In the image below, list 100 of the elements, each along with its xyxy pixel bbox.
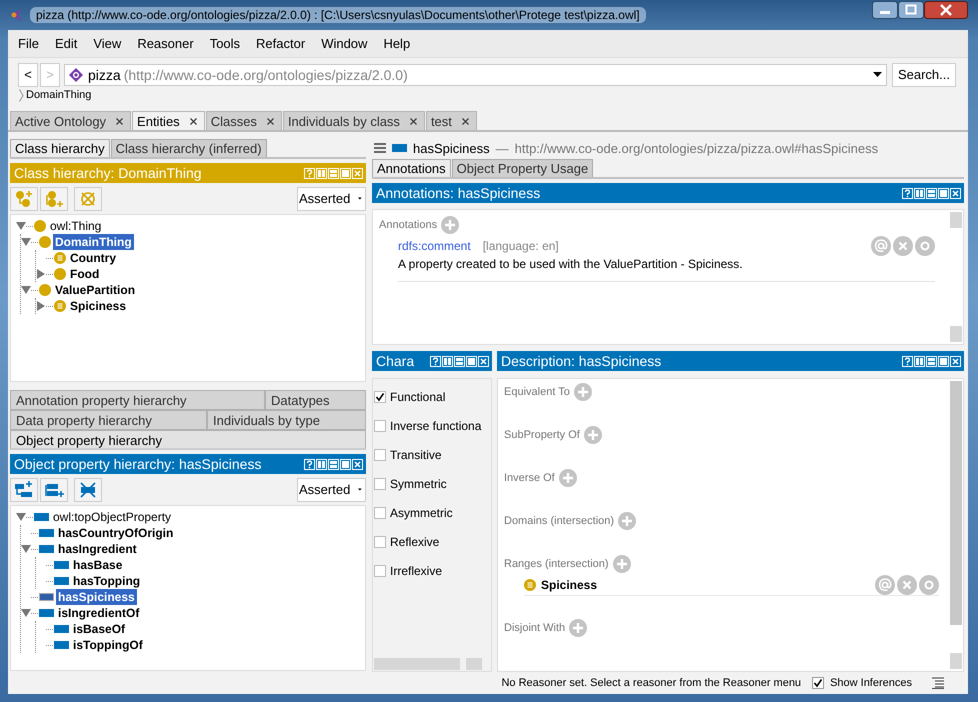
breadcrumb-item[interactable]: DomainThing xyxy=(26,89,92,102)
tree-item[interactable]: hasTopping xyxy=(71,573,142,590)
tab[interactable]: Object property hierarchy xyxy=(10,430,366,450)
checkbox[interactable] xyxy=(374,564,386,577)
split-vertical-icon[interactable] xyxy=(914,356,925,367)
help-icon[interactable] xyxy=(304,458,315,470)
tree-item[interactable]: owl:topObjectProperty xyxy=(51,509,174,526)
menu-item[interactable]: Help xyxy=(375,36,418,51)
checkbox-label: Show Inferences xyxy=(830,677,912,690)
search-button[interactable]: Search... xyxy=(892,62,956,87)
split-horizontal-icon[interactable] xyxy=(926,356,937,367)
menu-item[interactable]: Tools xyxy=(202,36,248,51)
tree-item[interactable]: hasSpiciness xyxy=(56,589,137,606)
scrollbar-thumb[interactable] xyxy=(950,381,962,626)
ontology-combo[interactable]: pizza (http://www.co-ode.org/ontologies/pizza/2.0.0) xyxy=(64,64,887,86)
section-label: Disjoint With xyxy=(504,622,566,634)
split-vertical-icon[interactable] xyxy=(914,188,925,199)
tree-item[interactable]: hasCountryOfOrigin xyxy=(56,525,176,542)
mode-dropdown[interactable]: Asserted xyxy=(297,478,366,502)
tab[interactable]: Datatypes xyxy=(265,390,366,410)
menu-item[interactable]: Edit xyxy=(46,36,86,51)
annotation-property-link[interactable]: rdfs:comment xyxy=(398,239,471,254)
collapse-triangle-icon[interactable] xyxy=(16,221,26,232)
tab[interactable]: Annotation property hierarchy xyxy=(10,390,265,410)
maximize-icon[interactable] xyxy=(938,356,949,367)
tab[interactable]: Classes xyxy=(206,111,282,130)
menu-item[interactable]: Window xyxy=(313,36,376,51)
minimize-button[interactable] xyxy=(872,1,898,19)
tab[interactable]: test xyxy=(426,111,477,130)
expand-triangle-icon[interactable] xyxy=(36,269,46,280)
collapse-triangle-icon[interactable] xyxy=(16,512,26,522)
close-icon[interactable] xyxy=(116,118,124,125)
split-vertical-icon[interactable] xyxy=(316,458,327,470)
split-horizontal-icon[interactable] xyxy=(454,356,465,367)
menu-item[interactable]: Reasoner xyxy=(129,36,202,51)
checkbox[interactable] xyxy=(812,677,824,690)
split-horizontal-icon[interactable] xyxy=(926,188,937,199)
class-icon xyxy=(39,284,51,296)
checkbox[interactable] xyxy=(374,390,386,403)
checkbox[interactable] xyxy=(374,420,386,432)
expand-triangle-icon[interactable] xyxy=(36,301,46,312)
help-icon[interactable] xyxy=(430,356,441,367)
tree-item[interactable]: hasBase xyxy=(71,557,124,574)
help-icon[interactable] xyxy=(902,188,913,199)
tab[interactable]: Entities xyxy=(132,111,205,130)
tab[interactable]: Data property hierarchy xyxy=(10,410,207,430)
tree-item[interactable]: Food xyxy=(68,266,102,282)
tree-item[interactable]: isBaseOf xyxy=(71,621,128,638)
tree-item[interactable]: Country xyxy=(68,250,118,266)
checkbox[interactable] xyxy=(374,506,386,519)
menu-item[interactable]: Refactor xyxy=(248,36,314,51)
collapse-triangle-icon[interactable] xyxy=(21,608,31,618)
maximize-icon[interactable] xyxy=(938,188,949,199)
split-vertical-icon[interactable] xyxy=(442,356,453,367)
tab[interactable]: Individuals by class xyxy=(282,111,425,130)
tab[interactable]: Active Ontology xyxy=(10,111,132,130)
tree-item[interactable]: Spiciness xyxy=(68,298,128,314)
collapse-triangle-icon[interactable] xyxy=(21,285,31,296)
add-subproperty-button[interactable] xyxy=(10,478,38,502)
tree-item[interactable]: DomainThing xyxy=(53,234,134,250)
close-icon[interactable] xyxy=(266,118,274,125)
tree-item[interactable]: hasIngredient xyxy=(56,541,139,558)
tree-item[interactable]: owl:Thing xyxy=(48,218,104,234)
collapse-triangle-icon[interactable] xyxy=(21,237,31,248)
tab[interactable]: Individuals by type xyxy=(207,410,366,430)
help-icon[interactable] xyxy=(902,356,913,367)
menu-item[interactable]: View xyxy=(85,36,130,51)
delete-property-button[interactable] xyxy=(74,478,102,502)
tree-item[interactable]: isIngredientOf xyxy=(56,605,142,622)
scrollbar-thumb[interactable] xyxy=(950,212,962,228)
mode-dropdown[interactable]: Asserted xyxy=(297,186,366,211)
maximize-icon[interactable] xyxy=(466,356,477,367)
tab[interactable]: Object Property Usage xyxy=(452,159,594,178)
close-icon[interactable] xyxy=(190,118,197,125)
checkbox[interactable] xyxy=(374,536,386,548)
range-item[interactable]: Spiciness xyxy=(541,578,598,592)
panel-title: Chara xyxy=(376,353,414,370)
close-icon[interactable] xyxy=(462,118,469,125)
scrollbar-thumb[interactable] xyxy=(374,658,460,670)
menu-icon[interactable] xyxy=(374,143,386,154)
log-list-icon[interactable] xyxy=(932,677,944,690)
tab[interactable]: Annotations xyxy=(372,159,451,178)
scrollbar-thumb[interactable] xyxy=(950,326,962,342)
close-button[interactable] xyxy=(924,1,968,19)
checkbox[interactable] xyxy=(374,448,386,461)
maximize-button[interactable] xyxy=(898,1,924,19)
maximize-icon[interactable] xyxy=(340,458,351,470)
menu-item[interactable]: File xyxy=(10,36,47,51)
tree-item[interactable]: isToppingOf xyxy=(71,637,145,654)
checkbox[interactable] xyxy=(374,478,386,490)
tab[interactable]: Class hierarchy xyxy=(10,139,110,158)
close-icon[interactable] xyxy=(410,118,417,125)
dropdown-caret-icon[interactable] xyxy=(872,72,882,78)
tab[interactable]: Class hierarchy (inferred) xyxy=(110,139,267,158)
add-sibling-property-button[interactable] xyxy=(40,478,68,502)
collapse-triangle-icon[interactable] xyxy=(21,544,31,554)
back-button[interactable]: < xyxy=(18,62,38,87)
tree-item[interactable]: ValuePartition xyxy=(53,282,138,298)
checkbox-label: Reflexive xyxy=(390,534,440,549)
split-horizontal-icon[interactable] xyxy=(328,458,339,470)
